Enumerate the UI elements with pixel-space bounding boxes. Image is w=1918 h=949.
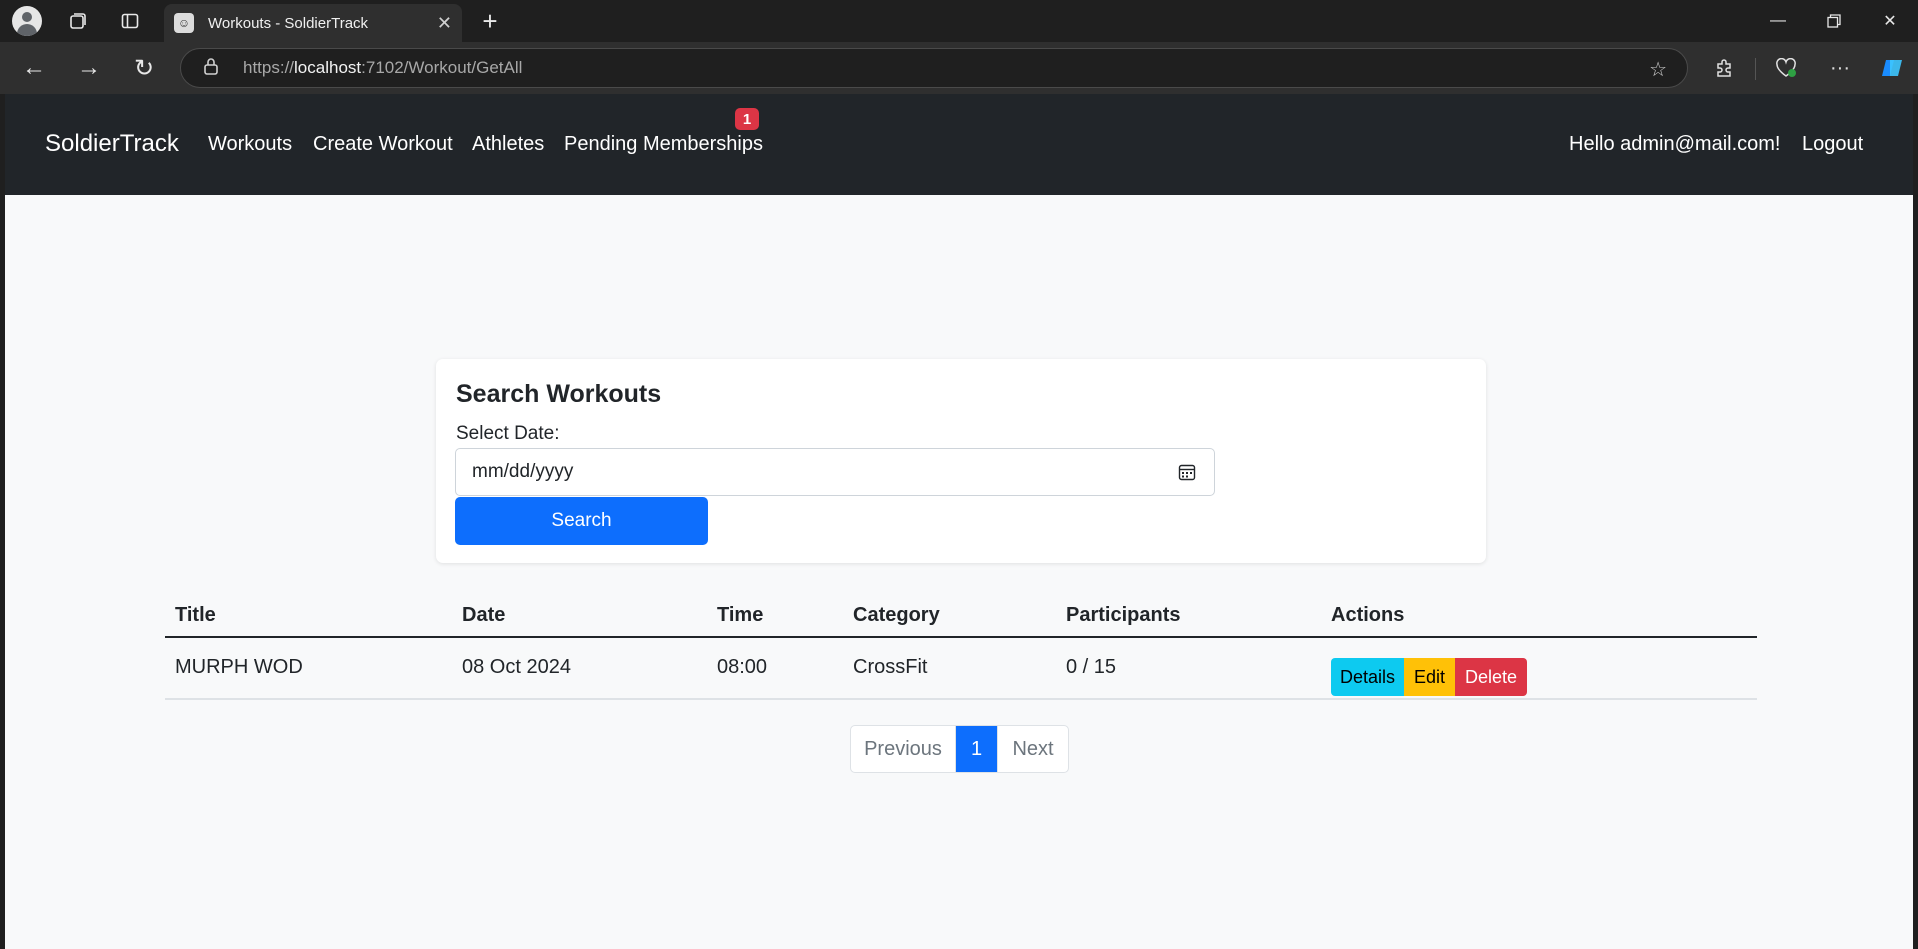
- date-placeholder: mm/dd/yyyy: [472, 461, 574, 482]
- logout-link[interactable]: Logout: [1802, 133, 1863, 156]
- pagination-page-1[interactable]: 1: [956, 726, 998, 772]
- reload-icon[interactable]: ↻: [126, 50, 162, 86]
- edit-button[interactable]: Edit: [1404, 658, 1455, 696]
- tab-close-icon[interactable]: ✕: [437, 13, 452, 34]
- back-icon[interactable]: ←: [16, 50, 52, 86]
- tab-title: Workouts - SoldierTrack: [208, 14, 369, 32]
- toolbar-separator: [1755, 58, 1756, 80]
- site-navbar: SoldierTrack Workouts Create Workout Ath…: [5, 94, 1913, 195]
- header-time: Time: [717, 604, 764, 626]
- brand-link[interactable]: SoldierTrack: [45, 130, 179, 158]
- date-label: Select Date:: [456, 423, 560, 444]
- header-category: Category: [853, 604, 940, 626]
- nav-link-athletes[interactable]: Athletes: [472, 133, 544, 156]
- favorite-star-icon[interactable]: ☆: [1649, 57, 1667, 82]
- minimize-icon[interactable]: —: [1750, 0, 1806, 42]
- cell-date: 08 Oct 2024: [462, 656, 571, 678]
- browser-tab-bar: ☺ Workouts - SoldierTrack ✕ + — ✕: [0, 0, 1918, 42]
- lock-icon[interactable]: [203, 57, 223, 80]
- new-tab-icon[interactable]: +: [474, 6, 506, 36]
- more-menu-icon[interactable]: ···: [1822, 50, 1858, 86]
- url-text[interactable]: https://localhost:7102/Workout/GetAll: [243, 58, 522, 78]
- address-bar[interactable]: https://localhost:7102/Workout/GetAll ☆: [180, 48, 1688, 88]
- cell-title: MURPH WOD: [175, 656, 303, 678]
- user-greeting: Hello admin@mail.com!: [1569, 133, 1781, 155]
- nav-link-workouts[interactable]: Workouts: [208, 133, 292, 156]
- header-actions: Actions: [1331, 604, 1405, 626]
- table-header: Title Date Time Category Participants Ac…: [165, 590, 1757, 638]
- profile-avatar-icon[interactable]: [12, 6, 42, 36]
- vertical-tabs-icon[interactable]: [114, 6, 146, 36]
- restore-icon[interactable]: [1806, 0, 1862, 42]
- pending-count-badge: 1: [735, 108, 759, 130]
- header-date: Date: [462, 604, 506, 626]
- cell-category: CrossFit: [853, 656, 928, 678]
- copilot-icon[interactable]: [1874, 50, 1910, 86]
- table-row: MURPH WOD 08 Oct 2024 08:00 CrossFit 0 /…: [165, 638, 1757, 700]
- browser-essentials-icon[interactable]: [1768, 50, 1804, 86]
- search-card: Search Workouts Select Date: mm/dd/yyyy …: [436, 359, 1486, 563]
- cell-time: 08:00: [717, 656, 768, 678]
- url-prefix: https://: [243, 58, 295, 77]
- date-input[interactable]: mm/dd/yyyy: [455, 448, 1215, 496]
- pagination-previous[interactable]: Previous: [851, 726, 956, 772]
- header-title: Title: [175, 604, 216, 626]
- browser-toolbar: ← → ↻ https://localhost:7102/Workout/Get…: [0, 42, 1918, 94]
- extensions-icon[interactable]: [1706, 50, 1742, 86]
- delete-button[interactable]: Delete: [1455, 658, 1527, 696]
- pagination-next[interactable]: Next: [998, 726, 1068, 772]
- pagination: Previous 1 Next: [850, 725, 1069, 773]
- url-host: localhost: [294, 58, 362, 77]
- nav-link-create-workout[interactable]: Create Workout: [313, 133, 453, 156]
- nav-link-pending-memberships[interactable]: Pending Memberships: [564, 133, 763, 156]
- workspaces-icon[interactable]: [62, 6, 94, 36]
- details-button[interactable]: Details: [1331, 658, 1404, 696]
- search-button[interactable]: Search: [455, 497, 708, 545]
- page-content: SoldierTrack Workouts Create Workout Ath…: [5, 94, 1913, 949]
- soldier-favicon-icon: ☺: [174, 13, 194, 33]
- url-path: :7102/Workout/GetAll: [361, 58, 523, 77]
- cell-participants: 0 / 15: [1066, 656, 1117, 678]
- calendar-icon[interactable]: [1178, 463, 1196, 481]
- search-title: Search Workouts: [456, 380, 662, 408]
- header-participants: Participants: [1066, 604, 1181, 626]
- close-window-icon[interactable]: ✕: [1862, 0, 1918, 42]
- forward-icon[interactable]: →: [71, 50, 107, 86]
- browser-tab-active[interactable]: ☺ Workouts - SoldierTrack ✕: [164, 4, 462, 42]
